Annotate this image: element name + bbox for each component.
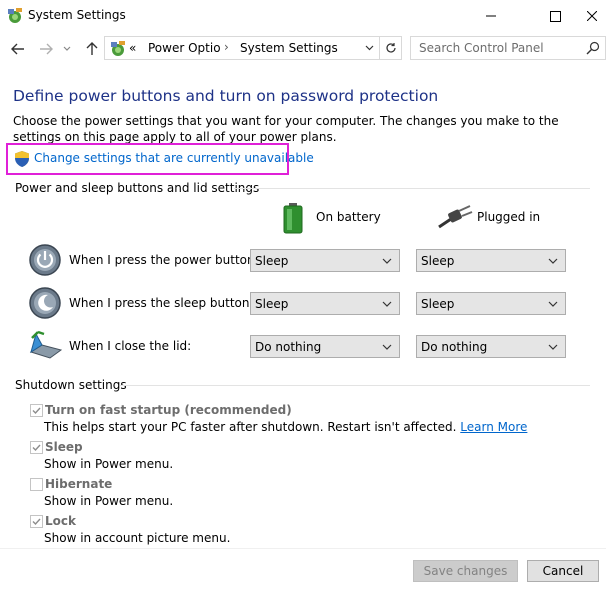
recent-locations-button[interactable] (60, 38, 74, 60)
select-value: Sleep (255, 254, 289, 268)
fast-startup-desc-text: This helps start your PC faster after sh… (44, 420, 457, 434)
page-title: Define power buttons and turn on passwor… (13, 87, 439, 105)
on-battery-header: On battery (316, 210, 381, 224)
plugged-in-header: Plugged in (477, 210, 541, 224)
chevron-down-icon (382, 258, 392, 264)
control-panel-icon (111, 41, 125, 56)
control-panel-icon (8, 8, 22, 23)
back-button[interactable] (8, 38, 28, 60)
arrow-left-icon (11, 43, 24, 55)
minimize-button[interactable] (468, 0, 514, 32)
window-title: System Settings (28, 8, 126, 22)
forward-button[interactable] (36, 38, 56, 60)
lid-close-label: When I close the lid: (69, 339, 192, 353)
checkmark-icon (32, 444, 41, 452)
chevron-down-icon (382, 301, 392, 307)
footer-divider (0, 548, 606, 549)
battery-icon (283, 203, 303, 234)
shutdown-section-label: Shutdown settings (15, 378, 127, 392)
laptop-lid-icon (29, 330, 62, 359)
fast-startup-checkbox[interactable] (30, 404, 43, 417)
checkmark-icon (32, 518, 41, 526)
breadcrumb-power-options[interactable]: Power Optio (148, 41, 221, 55)
sleep-description: Show in Power menu. (44, 457, 174, 471)
hibernate-checkbox[interactable] (30, 478, 43, 491)
arrow-right-icon (40, 43, 53, 55)
search-icon (586, 41, 600, 55)
fast-startup-label: Turn on fast startup (recommended) (45, 403, 292, 417)
refresh-button[interactable] (380, 36, 402, 60)
maximize-icon (549, 10, 561, 22)
address-bar[interactable]: « Power Optio › System Settings (104, 36, 380, 60)
lock-label: Lock (45, 514, 76, 528)
save-changes-button[interactable]: Save changes (413, 560, 518, 582)
power-button-battery-select[interactable]: Sleep (250, 249, 400, 272)
section-divider (120, 385, 590, 386)
breadcrumb-system-settings[interactable]: System Settings (240, 41, 338, 55)
fast-startup-description: This helps start your PC faster after sh… (44, 420, 527, 434)
uac-shield-icon (15, 151, 29, 167)
sleep-checkbox[interactable] (30, 441, 43, 454)
lid-close-battery-select[interactable]: Do nothing (250, 335, 400, 358)
section-divider (234, 188, 590, 189)
arrow-up-icon (86, 42, 98, 55)
chevron-down-icon (548, 258, 558, 264)
sleep-button-plugged-select[interactable]: Sleep (416, 292, 566, 315)
page-description: Choose the power settings that you want … (13, 114, 559, 144)
power-section-label: Power and sleep buttons and lid settings (15, 181, 260, 195)
cancel-button[interactable]: Cancel (527, 560, 599, 582)
chevron-down-icon (548, 301, 558, 307)
learn-more-link[interactable]: Learn More (460, 420, 527, 434)
maximize-button[interactable] (532, 0, 578, 32)
power-button-label: When I press the power button: (69, 253, 259, 267)
sleep-button-battery-select[interactable]: Sleep (250, 292, 400, 315)
hibernate-description: Show in Power menu. (44, 494, 174, 508)
up-button[interactable] (82, 38, 102, 60)
minimize-icon (486, 15, 496, 17)
power-plug-icon (438, 205, 473, 229)
select-value: Do nothing (255, 340, 322, 354)
power-button-icon (29, 244, 61, 276)
change-settings-link[interactable]: Change settings that are currently unava… (6, 143, 314, 175)
title-bar: System Settings (0, 0, 606, 32)
change-settings-label: Change settings that are currently unava… (34, 151, 314, 165)
select-value: Do nothing (421, 340, 488, 354)
refresh-icon (385, 43, 396, 53)
search-placeholder: Search Control Panel (419, 41, 544, 55)
chevron-down-icon (63, 46, 71, 51)
power-button-plugged-select[interactable]: Sleep (416, 249, 566, 272)
breadcrumb-overflow[interactable]: « (129, 41, 136, 55)
select-value: Sleep (421, 297, 455, 311)
hibernate-label: Hibernate (45, 477, 113, 491)
sleep-button-label: When I press the sleep button: (69, 296, 254, 310)
sleep-label: Sleep (45, 440, 83, 454)
chevron-down-icon (548, 344, 558, 350)
lock-description: Show in account picture menu. (44, 531, 231, 545)
chevron-down-icon (365, 45, 373, 51)
close-button[interactable] (578, 0, 606, 32)
lid-close-plugged-select[interactable]: Do nothing (416, 335, 566, 358)
search-input[interactable]: Search Control Panel (410, 36, 606, 60)
select-value: Sleep (421, 254, 455, 268)
lock-checkbox[interactable] (30, 515, 43, 528)
select-value: Sleep (255, 297, 289, 311)
address-dropdown-button[interactable] (361, 40, 377, 56)
sleep-button-icon (29, 287, 61, 319)
breadcrumb-separator-icon: › (224, 40, 229, 54)
chevron-down-icon (382, 344, 392, 350)
checkmark-icon (32, 407, 41, 415)
close-icon (587, 11, 597, 21)
